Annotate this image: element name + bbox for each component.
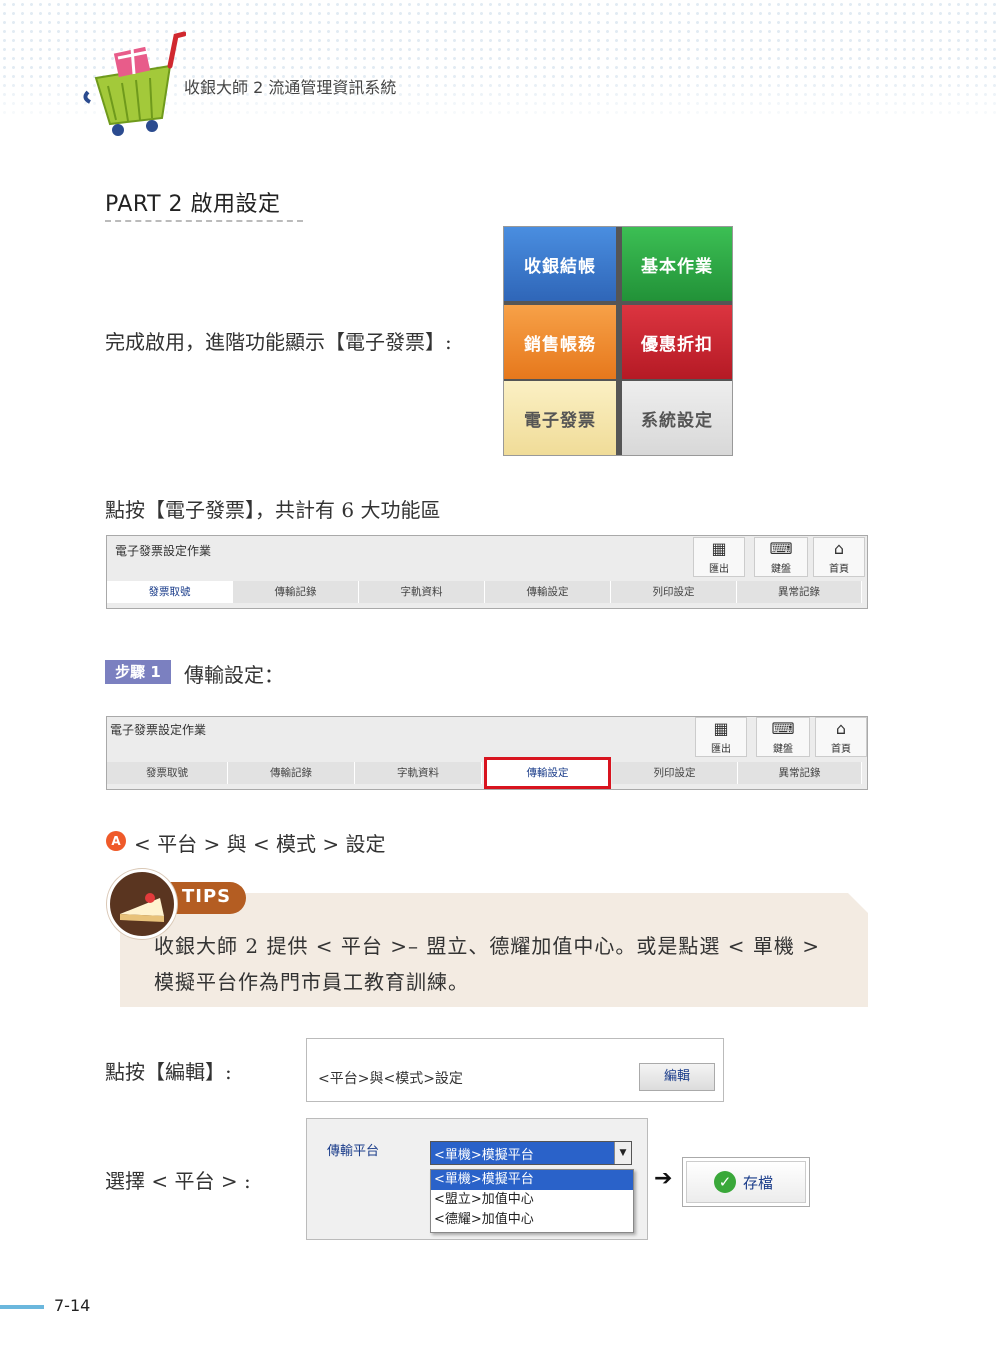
step-title: 傳輸設定： [184, 663, 284, 687]
page-number: 7-14 [54, 1296, 91, 1315]
tips-text: 收銀大師 2 提供 < 平台 >– 盟立、德耀加值中心。或是點選 < 單機 > … [154, 934, 820, 994]
six-areas-text: 點按【電子發票】，共計有 6 大功能區 [105, 498, 441, 522]
choose-platform-text: 選擇 < 平台 > : [105, 1169, 251, 1193]
tab-track-data[interactable]: 字軌資料 [359, 581, 485, 603]
cake-icon [120, 893, 164, 922]
platform-selector-panel: 傳輸平台 <單機>模擬平台 ▼ <單機>模擬平台 <盟立>加值中心 <德耀>加值… [306, 1118, 648, 1240]
part-heading: PART 2 啟用設定 [105, 192, 281, 217]
feature-tile-menu: 收銀結帳 基本作業 銷售帳務 優惠折扣 電子發票 系統設定 [503, 226, 733, 456]
home-button[interactable]: ⌂ 首頁 [813, 537, 865, 577]
save-button[interactable]: ✓ 存檔 [682, 1157, 810, 1207]
tab-transmission-settings-highlighted[interactable]: 傳輸設定 [484, 757, 611, 789]
tile-sales-accounts[interactable]: 銷售帳務 [504, 305, 616, 379]
arrow-right-icon: ➔ [654, 1166, 673, 1191]
export-button[interactable]: ▦ 匯出 [695, 717, 747, 757]
platform-dropdown-list: <單機>模擬平台 <盟立>加值中心 <德耀>加值中心 [430, 1169, 634, 1233]
marker-a-badge: A [106, 831, 126, 851]
platform-select[interactable]: <單機>模擬平台 ▼ [430, 1141, 632, 1165]
tab-error-log[interactable]: 異常記錄 [737, 581, 862, 603]
dropdown-option[interactable]: <單機>模擬平台 [431, 1170, 633, 1190]
chevron-down-icon[interactable]: ▼ [614, 1142, 631, 1164]
export-icon: ▦ [713, 719, 729, 738]
edit-button[interactable]: 編輯 [639, 1063, 715, 1091]
tab-track-data[interactable]: 字軌資料 [355, 762, 482, 784]
e-invoice-toolbar-step1: 電子發票設定作業 ▦ 匯出 ⌨ 鍵盤 ⌂ 首頁 發票取號 傳輸記錄 字軌資料 傳輸設定… [106, 716, 868, 790]
toolbar-title: 電子發票設定作業 [110, 723, 207, 737]
transmission-platform-label: 傳輸平台 [327, 1144, 380, 1159]
tile-discounts[interactable]: 優惠折扣 [622, 305, 732, 379]
item-a-text: < 平台 > 與 < 模式 > 設定 [134, 832, 386, 856]
dropdown-option[interactable]: <德耀>加值中心 [431, 1210, 633, 1230]
tab-invoice-number[interactable]: 發票取號 [107, 762, 228, 784]
keyboard-button[interactable]: ⌨ 鍵盤 [756, 717, 810, 757]
tile-e-invoice[interactable]: 電子發票 [504, 381, 616, 455]
tab-transmission-log[interactable]: 傳輸記錄 [228, 762, 355, 784]
header-title: 收銀大師 2 流通管理資訊系統 [184, 78, 397, 97]
export-icon: ▦ [711, 539, 727, 558]
tips-box-folded-corner [848, 893, 868, 913]
checkmark-icon: ✓ [714, 1171, 736, 1193]
step-badge: 步驟 1 [105, 660, 171, 684]
keyboard-icon: ⌨ [769, 539, 793, 558]
tile-basic-ops[interactable]: 基本作業 [622, 227, 732, 301]
click-edit-text: 點按【編輯】: [105, 1060, 232, 1084]
tab-transmission-settings[interactable]: 傳輸設定 [485, 581, 611, 603]
export-button[interactable]: ▦ 匯出 [693, 537, 745, 577]
keyboard-button[interactable]: ⌨ 鍵盤 [754, 537, 808, 577]
home-icon: ⌂ [833, 539, 845, 558]
dropdown-option[interactable]: <盟立>加值中心 [431, 1190, 633, 1210]
home-button[interactable]: ⌂ 首頁 [815, 717, 867, 757]
platform-mode-label: <平台>與<模式>設定 [318, 1071, 463, 1087]
tab-error-log[interactable]: 異常記錄 [738, 762, 862, 784]
tab-print-settings[interactable]: 列印設定 [612, 762, 738, 784]
page-number-bar [0, 1305, 44, 1309]
tab-invoice-number[interactable]: 發票取號 [107, 581, 233, 603]
e-invoice-toolbar: 電子發票設定作業 ▦ 匯出 ⌨ 鍵盤 ⌂ 首頁 發票取號 傳輸記錄 字軌資料 傳輸設定… [106, 535, 868, 609]
tab-transmission-log[interactable]: 傳輸記錄 [233, 581, 359, 603]
tips-label: TIPS [182, 886, 232, 907]
part-heading-underline [105, 220, 303, 222]
tab-print-settings[interactable]: 列印設定 [611, 581, 737, 603]
home-icon: ⌂ [835, 719, 847, 738]
intro-text: 完成啟用，進階功能顯示【電子發票】: [105, 330, 452, 354]
tile-system-settings[interactable]: 系統設定 [622, 381, 732, 455]
toolbar-title: 電子發票設定作業 [115, 544, 212, 558]
shopping-cart-icon [83, 31, 186, 136]
tile-checkout[interactable]: 收銀結帳 [504, 227, 616, 301]
keyboard-icon: ⌨ [771, 719, 795, 738]
